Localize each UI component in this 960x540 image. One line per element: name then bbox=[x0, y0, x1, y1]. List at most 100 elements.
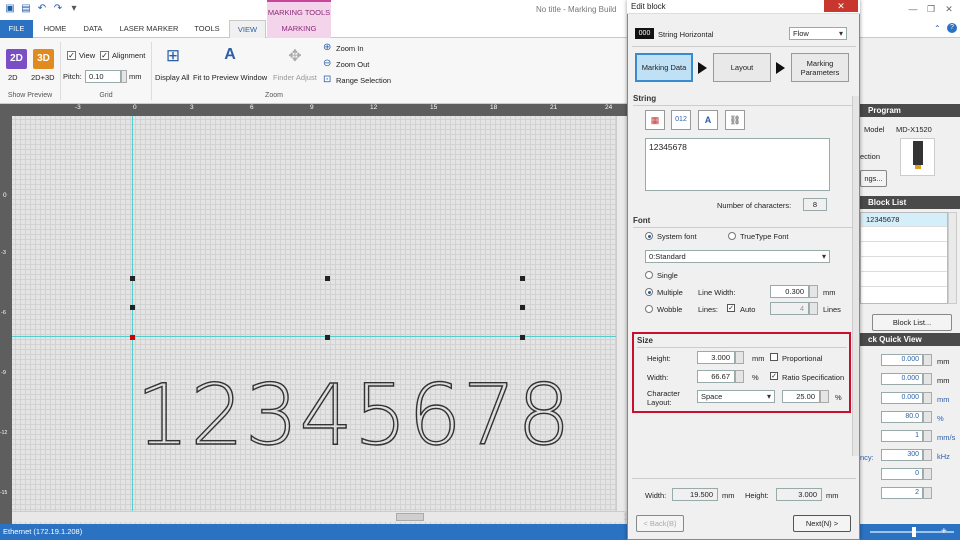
list-item[interactable] bbox=[861, 258, 947, 272]
string-input[interactable]: 12345678 bbox=[645, 138, 830, 191]
marking-preview-text[interactable]: 12345678 bbox=[135, 365, 572, 464]
selection-handle[interactable] bbox=[130, 276, 135, 281]
auto-lines-checkbox[interactable]: ✓ bbox=[727, 304, 735, 312]
display-all-icon[interactable]: ⊞ bbox=[162, 46, 184, 68]
scroll-thumb[interactable] bbox=[396, 513, 424, 521]
wobble-radio[interactable] bbox=[645, 305, 653, 313]
text-format-icon[interactable]: A bbox=[698, 110, 718, 130]
fit-to-preview-icon[interactable]: A bbox=[219, 46, 241, 68]
preview-3d-button[interactable]: 3D bbox=[33, 49, 54, 69]
quick-view-value-input[interactable]: 300 bbox=[881, 449, 923, 461]
proportional-checkbox[interactable] bbox=[770, 353, 778, 361]
zoom-in-button[interactable]: Zoom In bbox=[336, 44, 364, 53]
link-icon[interactable]: ⛓ bbox=[725, 110, 745, 130]
font-select[interactable]: 0:Standard bbox=[645, 250, 830, 263]
tab-laser-marker[interactable]: LASER MARKER bbox=[113, 20, 185, 38]
tab-home[interactable]: HOME bbox=[37, 20, 73, 38]
truetype-font-radio[interactable] bbox=[728, 232, 736, 240]
tab-marking[interactable]: MARKING bbox=[267, 20, 331, 38]
fit-to-preview-button[interactable]: Fit to Preview Window bbox=[193, 73, 267, 82]
height-spinner[interactable] bbox=[735, 351, 744, 364]
line-width-spinner[interactable] bbox=[809, 285, 818, 298]
next-button[interactable]: Next(N) > bbox=[793, 515, 851, 532]
pitch-input[interactable]: 0.10 bbox=[85, 70, 121, 83]
list-item[interactable]: 12345678 bbox=[861, 213, 947, 227]
list-item[interactable] bbox=[861, 228, 947, 242]
tab-view[interactable]: VIEW bbox=[229, 20, 266, 39]
canvas-horizontal-scrollbar[interactable] bbox=[12, 511, 624, 522]
selection-handle[interactable] bbox=[520, 305, 525, 310]
preview-canvas[interactable]: 12345678 bbox=[0, 104, 627, 524]
preview-2d-button[interactable]: 2D bbox=[6, 49, 27, 69]
char-layout-select[interactable]: Space bbox=[697, 390, 775, 403]
tab-data[interactable]: DATA bbox=[75, 20, 111, 38]
range-selection-icon[interactable]: ⊡ bbox=[323, 74, 331, 85]
step-marking-data[interactable]: Marking Data bbox=[635, 53, 693, 82]
quick-view-spinner[interactable] bbox=[923, 430, 932, 442]
selection-handle[interactable] bbox=[130, 305, 135, 310]
canvas-vertical-scrollbar[interactable] bbox=[616, 116, 627, 511]
width-input[interactable]: 66.67 bbox=[697, 370, 735, 383]
restore-icon[interactable]: ❐ bbox=[924, 3, 938, 15]
zoom-out-icon[interactable]: ⊖ bbox=[323, 58, 331, 69]
list-item[interactable] bbox=[861, 243, 947, 257]
char-layout-spinner[interactable] bbox=[820, 390, 829, 403]
range-selection-button[interactable]: Range Selection bbox=[336, 76, 391, 85]
quick-view-value-input[interactable]: 80.0 bbox=[881, 411, 923, 423]
quick-view-spinner[interactable] bbox=[923, 487, 932, 499]
save-icon[interactable]: ▤ bbox=[20, 3, 32, 15]
list-item[interactable] bbox=[861, 288, 947, 302]
line-width-input[interactable]: 0.300 bbox=[770, 285, 809, 298]
selection-handle[interactable] bbox=[325, 335, 330, 340]
grid-alignment-checkbox[interactable]: ✓ bbox=[100, 51, 109, 60]
step-layout[interactable]: Layout bbox=[713, 53, 771, 82]
selection-handle[interactable] bbox=[520, 276, 525, 281]
close-window-icon[interactable]: ✕ bbox=[942, 3, 956, 15]
zoom-slider-thumb[interactable] bbox=[912, 527, 916, 537]
width-spinner[interactable] bbox=[735, 370, 744, 383]
quick-view-spinner[interactable] bbox=[923, 411, 932, 423]
settings-button[interactable]: ngs... bbox=[860, 170, 887, 187]
zoom-plus-icon[interactable]: + bbox=[941, 524, 947, 540]
zoom-in-icon[interactable]: ⊕ bbox=[323, 42, 331, 53]
block-list-scrollbar[interactable] bbox=[948, 212, 957, 304]
quick-view-spinner[interactable] bbox=[923, 373, 932, 385]
dialog-scrollbar[interactable] bbox=[852, 96, 859, 456]
char-layout-input[interactable]: 25.00 bbox=[782, 390, 820, 403]
pitch-spinner[interactable] bbox=[121, 70, 127, 83]
quick-view-value-input[interactable]: 2 bbox=[881, 487, 923, 499]
zoom-out-button[interactable]: Zoom Out bbox=[336, 60, 369, 69]
selection-handle[interactable] bbox=[325, 276, 330, 281]
collapse-ribbon-icon[interactable]: ⌃ bbox=[934, 24, 944, 34]
quick-view-spinner[interactable] bbox=[923, 392, 932, 404]
minimize-icon[interactable]: — bbox=[906, 3, 920, 15]
height-input[interactable]: 3.000 bbox=[697, 351, 735, 364]
quick-view-value-input[interactable]: 0.000 bbox=[881, 354, 923, 366]
redo-icon[interactable]: ↷ bbox=[52, 3, 64, 15]
display-all-button[interactable]: Display All bbox=[155, 73, 190, 82]
quick-view-spinner[interactable] bbox=[923, 354, 932, 366]
undo-icon[interactable]: ↶ bbox=[36, 3, 48, 15]
selection-handle[interactable] bbox=[520, 335, 525, 340]
quick-view-value-input[interactable]: 0.000 bbox=[881, 392, 923, 404]
quick-access-menu-icon[interactable]: ▾ bbox=[68, 3, 80, 15]
ratio-spec-checkbox[interactable]: ✓ bbox=[770, 372, 778, 380]
block-list[interactable]: 12345678 bbox=[860, 212, 948, 304]
flow-select[interactable]: Flow bbox=[789, 27, 847, 40]
calendar-icon[interactable]: ▦ bbox=[645, 110, 665, 130]
multiple-radio[interactable] bbox=[645, 288, 653, 296]
block-list-button[interactable]: Block List... bbox=[872, 314, 952, 331]
dialog-close-button[interactable]: ✕ bbox=[824, 0, 858, 12]
origin-handle[interactable] bbox=[130, 335, 135, 340]
quick-view-spinner[interactable] bbox=[923, 468, 932, 480]
system-font-radio[interactable] bbox=[645, 232, 653, 240]
tab-tools[interactable]: TOOLS bbox=[188, 20, 226, 38]
step-marking-parameters[interactable]: Marking Parameters bbox=[791, 53, 849, 82]
quick-view-spinner[interactable] bbox=[923, 449, 932, 461]
help-icon[interactable]: ? bbox=[947, 23, 957, 33]
quick-view-value-input[interactable]: 1 bbox=[881, 430, 923, 442]
single-radio[interactable] bbox=[645, 271, 653, 279]
quick-view-value-input[interactable]: 0.000 bbox=[881, 373, 923, 385]
counter-icon[interactable]: 012 bbox=[671, 110, 691, 130]
tab-file[interactable]: FILE bbox=[0, 20, 33, 38]
